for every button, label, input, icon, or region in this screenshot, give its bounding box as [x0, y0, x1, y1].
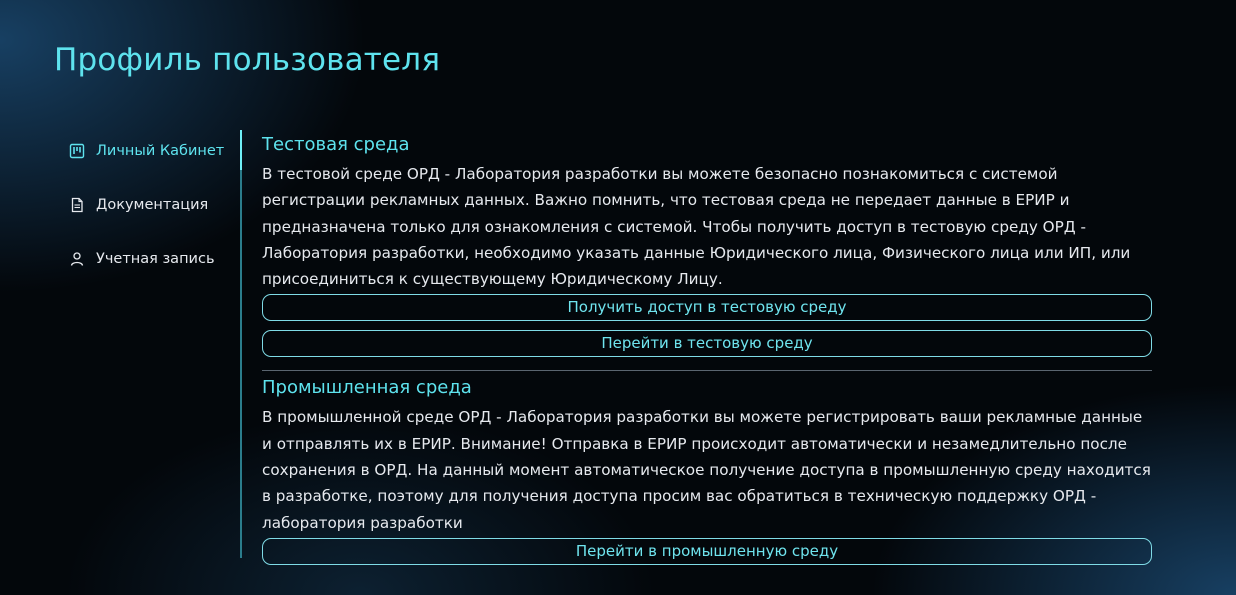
- page-title: Профиль пользователя: [54, 42, 441, 78]
- user-icon: [68, 250, 86, 268]
- sidebar: Личный Кабинет Документация Учетная запи…: [60, 130, 242, 558]
- production-environment-section: Промышленная среда В промышленной среде …: [262, 377, 1152, 565]
- get-test-access-button[interactable]: Получить доступ в тестовую среду: [262, 294, 1152, 322]
- section-divider: [262, 370, 1152, 372]
- go-to-production-env-button[interactable]: Перейти в промышленную среду: [262, 537, 1152, 565]
- test-environment-title: Тестовая среда: [262, 134, 410, 155]
- production-environment-description: В промышленной среде ОРД - Лаборатория р…: [262, 408, 1151, 532]
- test-environment-section: Тестовая среда В тестовой среде ОРД - Ла…: [262, 134, 1152, 358]
- go-to-test-env-button[interactable]: Перейти в тестовую среду: [262, 330, 1152, 358]
- production-environment-title: Промышленная среда: [262, 377, 472, 399]
- test-environment-description: В тестовой среде ОРД - Лаборатория разра…: [262, 165, 1131, 289]
- active-indicator: [240, 130, 242, 170]
- document-icon: [68, 196, 86, 214]
- kanban-icon: [68, 142, 86, 160]
- sidebar-item-documentation[interactable]: Документация: [60, 184, 240, 226]
- sidebar-item-label: Учетная запись: [96, 251, 215, 267]
- sidebar-item-personal-cabinet[interactable]: Личный Кабинет: [60, 130, 240, 172]
- sidebar-item-label: Личный Кабинет: [96, 143, 225, 159]
- main-content: Тестовая среда В тестовой среде ОРД - Ла…: [262, 134, 1152, 565]
- sidebar-item-label: Документация: [96, 197, 209, 213]
- sidebar-item-account[interactable]: Учетная запись: [60, 238, 240, 280]
